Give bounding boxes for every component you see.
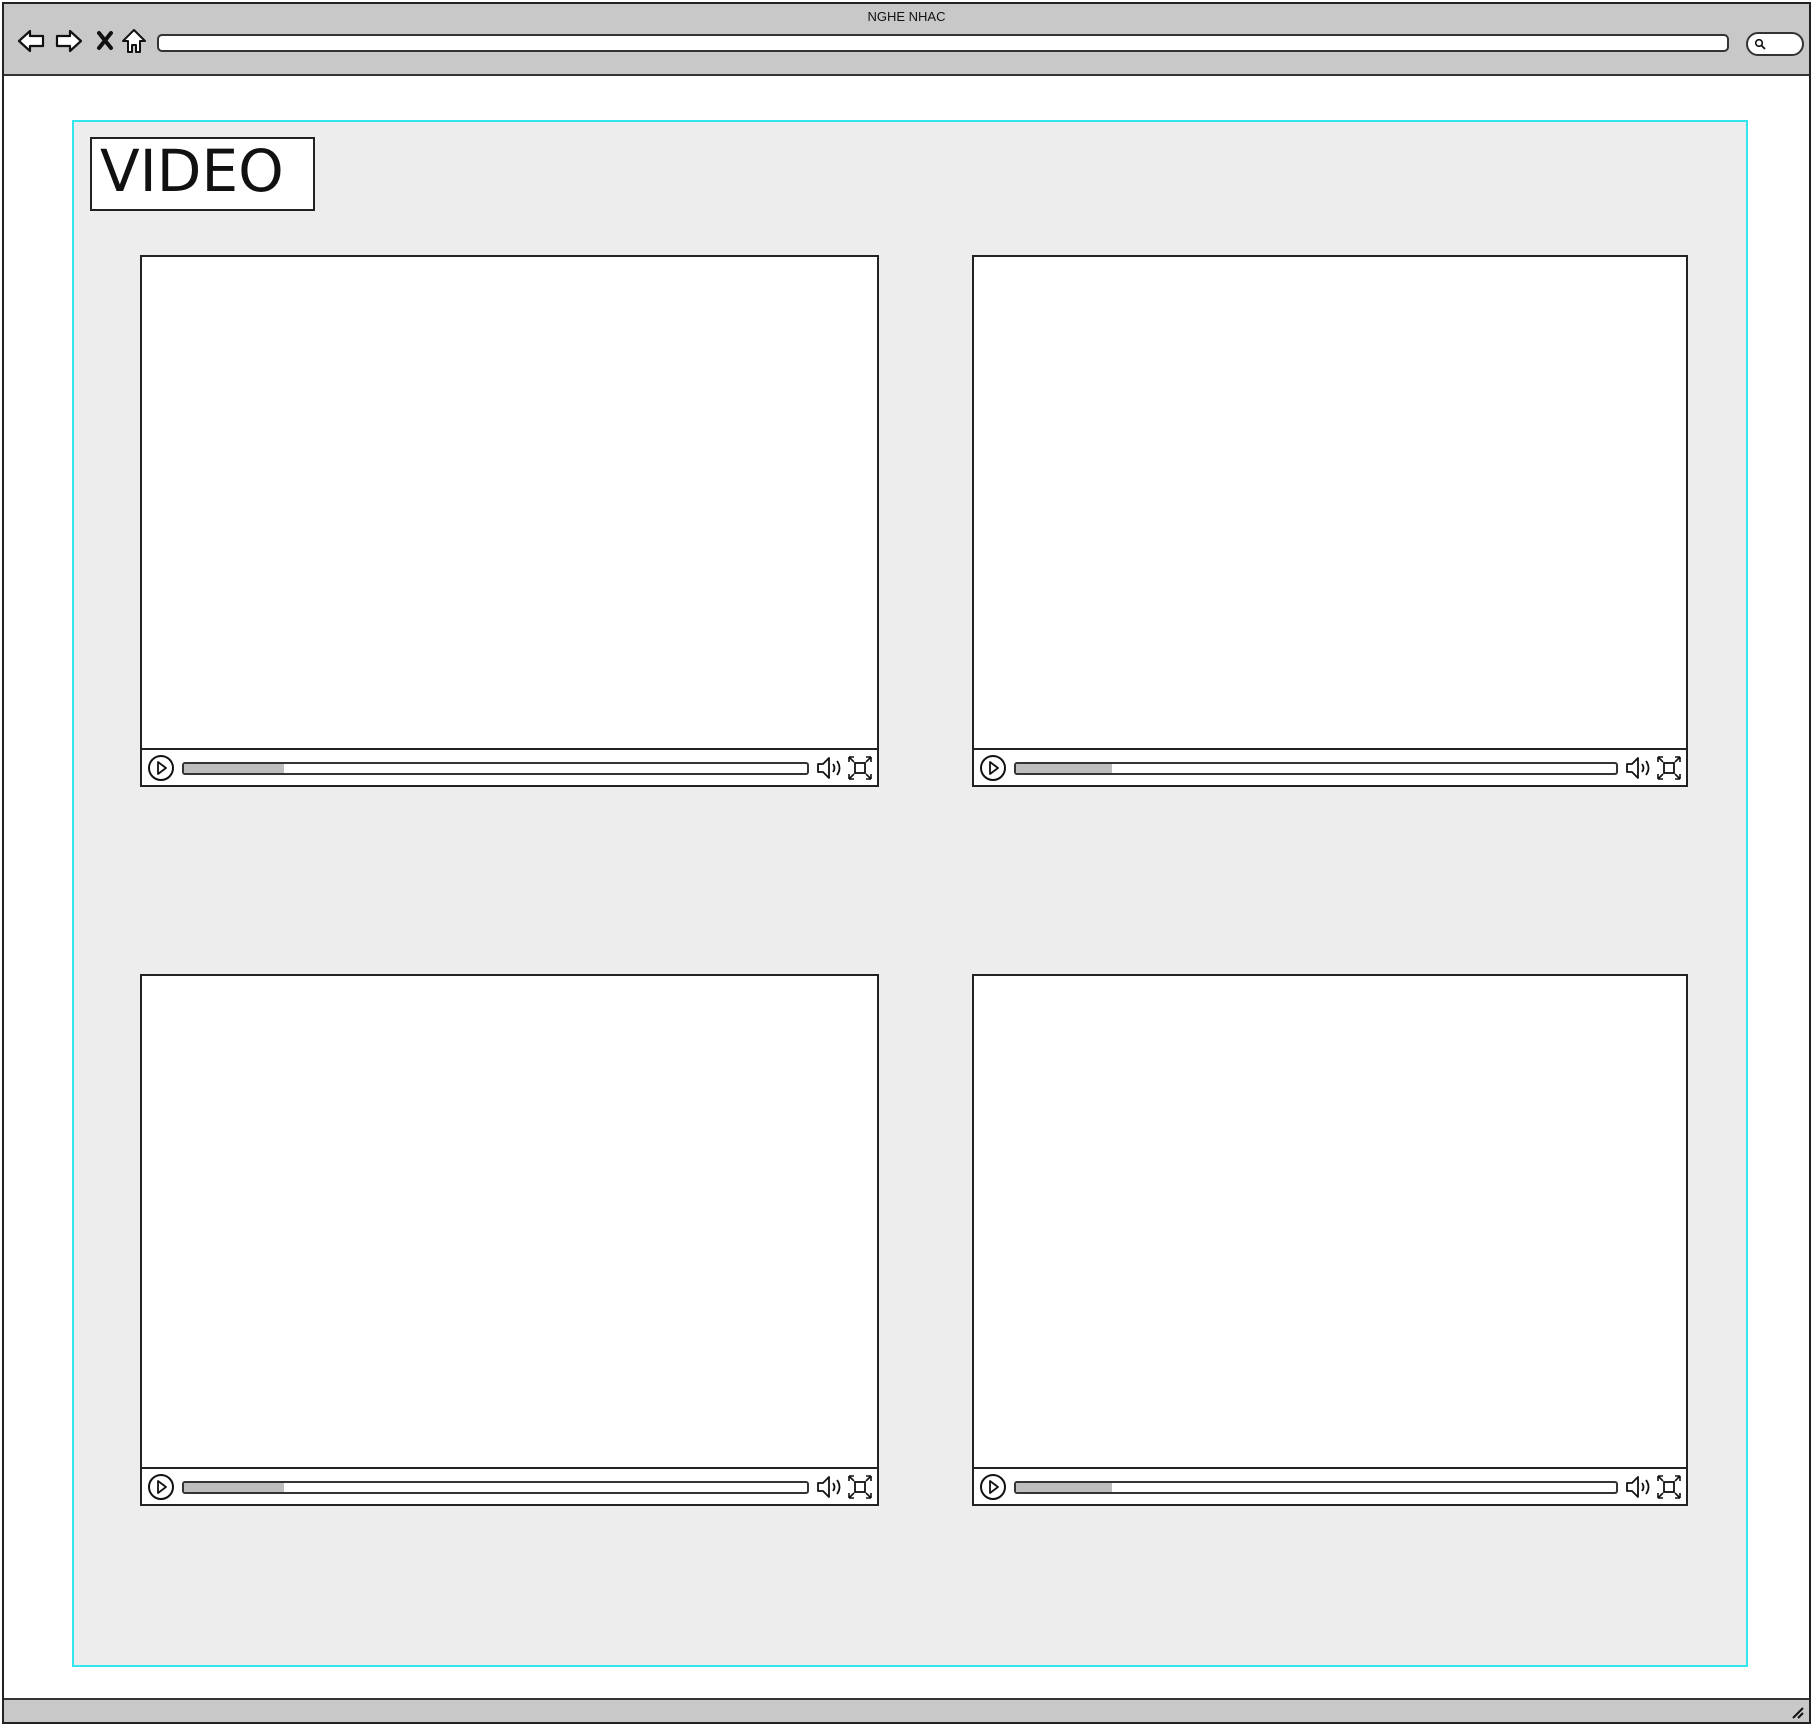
fullscreen-icon[interactable] xyxy=(847,755,873,781)
fullscreen-icon[interactable] xyxy=(847,1474,873,1500)
video-screen[interactable] xyxy=(974,257,1686,750)
video-controls xyxy=(142,1467,877,1504)
progress-bar[interactable] xyxy=(182,762,809,775)
volume-icon[interactable] xyxy=(815,1474,843,1500)
video-screen[interactable] xyxy=(974,976,1686,1469)
window-title: NGHE NHAC xyxy=(867,9,946,24)
play-icon[interactable] xyxy=(979,754,1007,782)
volume-icon[interactable] xyxy=(1624,1474,1652,1500)
fullscreen-icon[interactable] xyxy=(1656,1474,1682,1500)
video-controls xyxy=(142,748,877,785)
volume-icon[interactable] xyxy=(815,755,843,781)
video-screen[interactable] xyxy=(142,976,877,1469)
video-screen[interactable] xyxy=(142,257,877,750)
video-player[interactable] xyxy=(140,255,879,787)
play-icon[interactable] xyxy=(979,1473,1007,1501)
progress-fill xyxy=(1016,1483,1112,1492)
forward-arrow-icon[interactable] xyxy=(54,26,84,56)
progress-fill xyxy=(184,764,284,773)
back-arrow-icon[interactable] xyxy=(16,26,46,56)
play-icon[interactable] xyxy=(147,754,175,782)
browser-toolbar: NGHE NHAC xyxy=(4,4,1809,76)
play-icon[interactable] xyxy=(147,1473,175,1501)
close-x-icon[interactable] xyxy=(91,26,121,56)
video-controls xyxy=(974,748,1686,785)
content-panel: VIDEO xyxy=(72,120,1748,1667)
video-controls xyxy=(974,1467,1686,1504)
resize-grip-icon[interactable] xyxy=(1789,1704,1805,1720)
progress-bar[interactable] xyxy=(182,1481,809,1494)
progress-bar[interactable] xyxy=(1014,762,1618,775)
progress-fill xyxy=(184,1483,284,1492)
video-player[interactable] xyxy=(972,255,1688,787)
video-player[interactable] xyxy=(972,974,1688,1506)
fullscreen-icon[interactable] xyxy=(1656,755,1682,781)
video-player[interactable] xyxy=(140,974,879,1506)
browser-window: NGHE NHAC VIDEO xyxy=(2,2,1811,1724)
address-bar[interactable] xyxy=(157,34,1729,52)
home-icon[interactable] xyxy=(119,26,149,56)
section-title: VIDEO xyxy=(90,137,315,211)
progress-fill xyxy=(1016,764,1112,773)
volume-icon[interactable] xyxy=(1624,755,1652,781)
progress-bar[interactable] xyxy=(1014,1481,1618,1494)
status-bar xyxy=(4,1698,1809,1722)
search-icon xyxy=(1754,38,1766,50)
search-input[interactable] xyxy=(1746,32,1804,56)
